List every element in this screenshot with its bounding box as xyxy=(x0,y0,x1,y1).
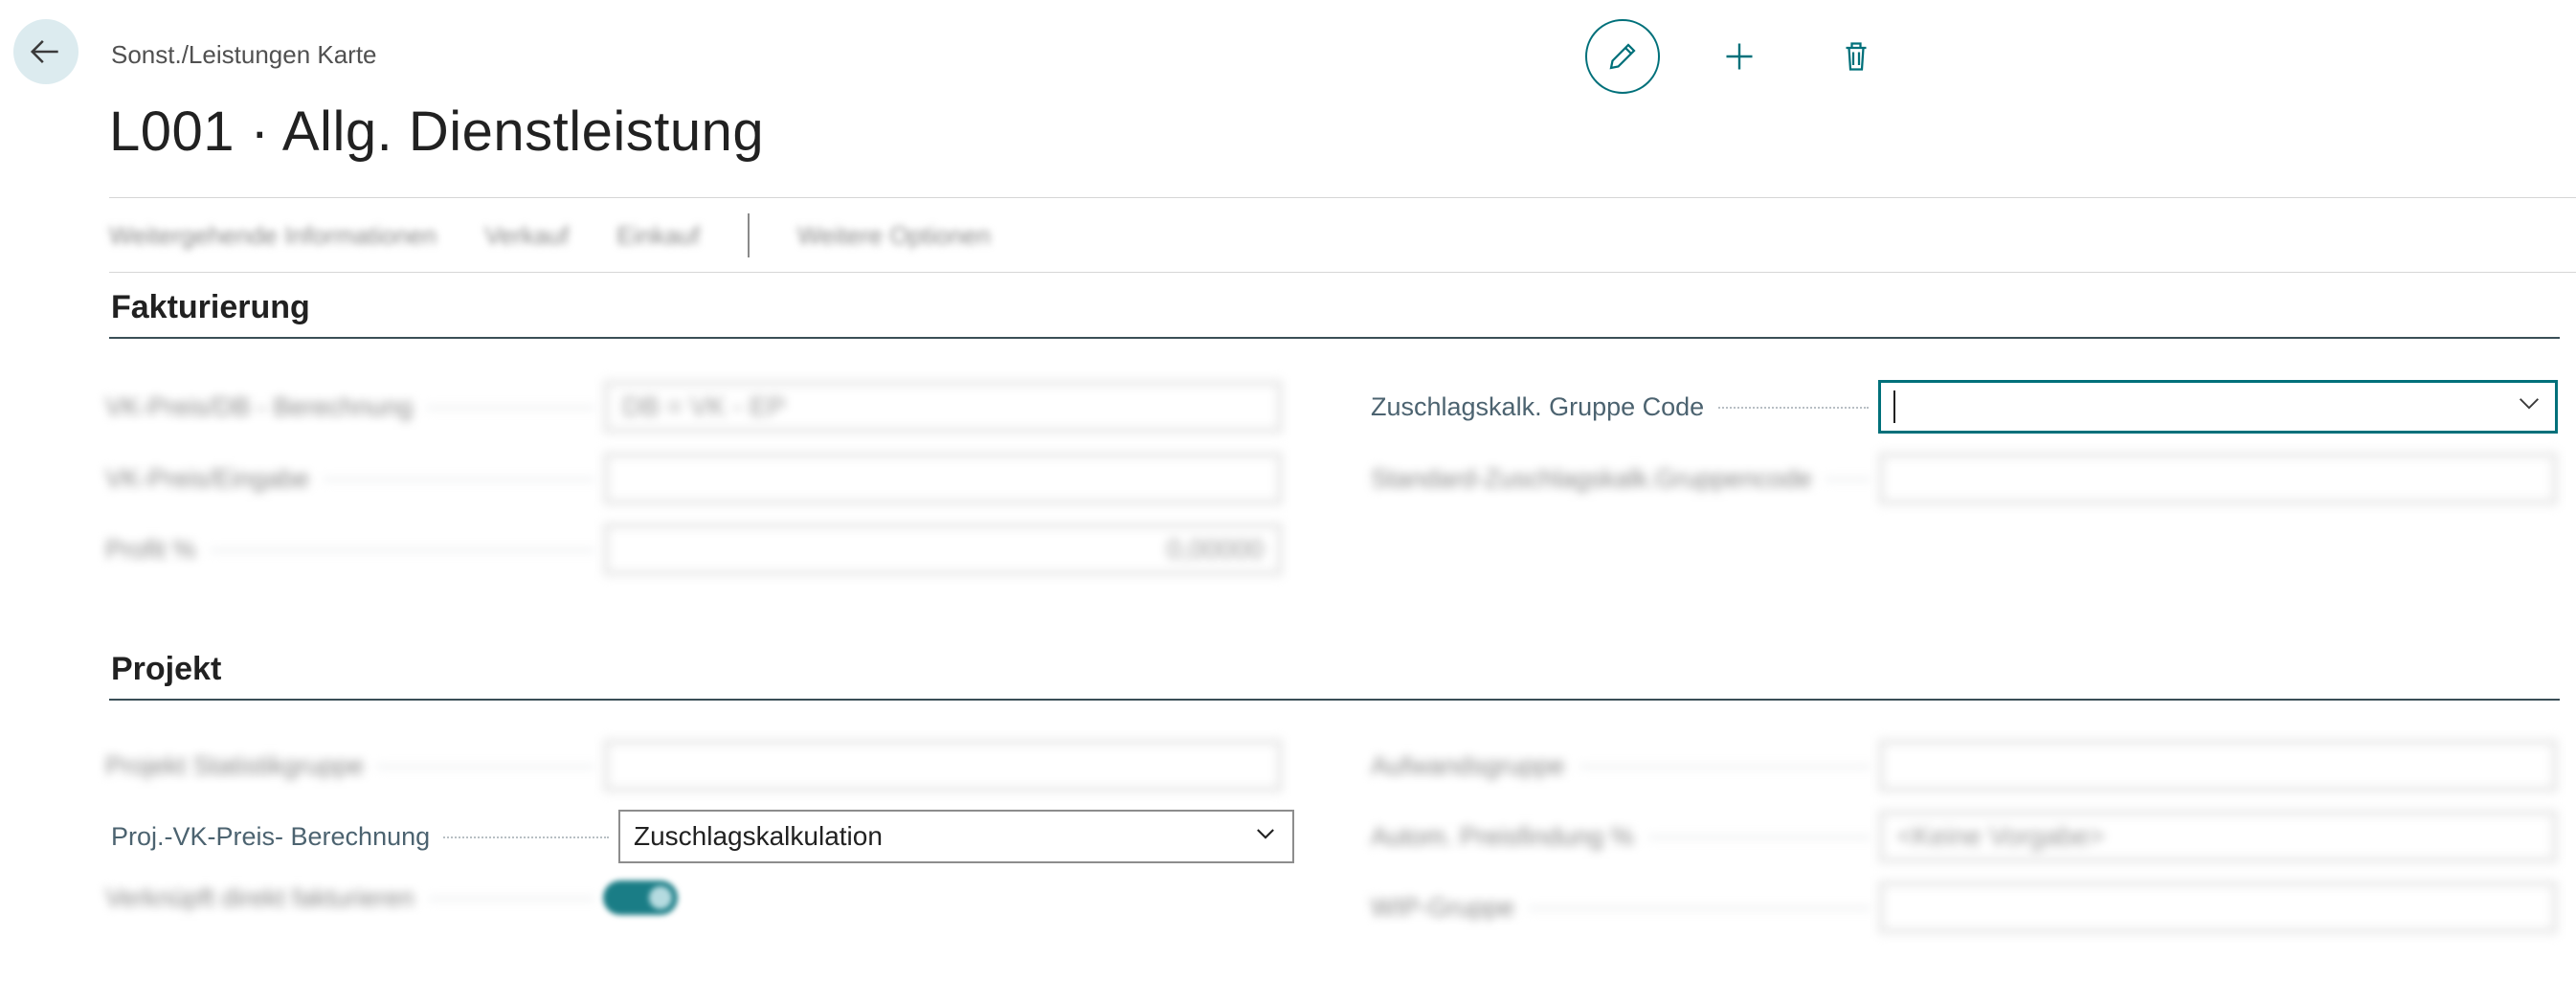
action-bar-divider xyxy=(109,272,2576,273)
field-label: Zuschlagskalk. Gruppe Code xyxy=(1371,391,1878,422)
breadcrumb: Sonst./Leistungen Karte xyxy=(111,40,377,69)
section-title-projekt: Projekt xyxy=(111,651,222,687)
field-wip-group: WIP-Gruppe xyxy=(1371,881,2558,934)
action-bar-separator xyxy=(747,213,750,257)
field-label: Proj.-VK-Preis- Berechnung xyxy=(111,821,618,852)
action-item-sales[interactable]: Verkauf xyxy=(484,221,569,251)
chevron-down-icon[interactable] xyxy=(2516,390,2542,424)
field-expense-group: Aufwandsgruppe xyxy=(1371,739,2558,792)
field-label: WIP-Gruppe xyxy=(1371,892,1878,923)
field-label: VK-Preis/DB - Berechnung xyxy=(105,391,603,422)
page-actions xyxy=(1585,19,1893,94)
field-label: VK-Preis/Eingabe xyxy=(105,463,603,494)
delete-button[interactable] xyxy=(1819,19,1893,94)
field-price-entry: VK-Preis/Eingabe xyxy=(105,452,1283,505)
action-item-more-options[interactable]: Weitere Optionen xyxy=(797,221,991,251)
field-proj-price-calc: Proj.-VK-Preis- Berechnung Zuschlagskalk… xyxy=(111,810,1294,863)
auto-pricing-select[interactable]: <Keine Vorgabe> xyxy=(1878,810,2558,863)
field-label: Aufwandsgruppe xyxy=(1371,750,1878,781)
field-label: Standard-Zuschlagskalk.Gruppencode xyxy=(1371,463,1878,494)
text-cursor xyxy=(1893,390,1895,423)
action-bar: Weitergehende Informationen Verkauf Eink… xyxy=(109,201,2576,270)
action-item-more-info[interactable]: Weitergehende Informationen xyxy=(109,221,437,251)
direct-invoice-toggle[interactable] xyxy=(603,881,678,915)
field-profit: Profit % 0,00000 xyxy=(105,523,1283,576)
plus-icon xyxy=(1726,43,1753,70)
edit-button[interactable] xyxy=(1585,19,1660,94)
field-label: Autom. Preisfindung % xyxy=(1371,821,1878,852)
price-calc-select[interactable]: DB = VK - EP xyxy=(603,380,1283,434)
price-entry-input[interactable] xyxy=(603,452,1283,505)
field-label: Projekt Statistikgruppe xyxy=(105,750,603,781)
section-rule-fakturierung xyxy=(109,337,2560,339)
back-button[interactable] xyxy=(13,19,78,84)
default-markup-group-select[interactable] xyxy=(1878,452,2558,505)
markup-group-select[interactable] xyxy=(1878,380,2558,434)
trash-icon xyxy=(1846,42,1867,71)
wip-group-select[interactable] xyxy=(1878,881,2558,934)
back-arrow-icon xyxy=(30,40,58,63)
field-default-markup-group: Standard-Zuschlagskalk.Gruppencode xyxy=(1371,452,2558,505)
pencil-icon xyxy=(1609,43,1636,70)
project-stat-group-select[interactable] xyxy=(603,739,1283,792)
header-divider xyxy=(109,197,2576,198)
section-title-fakturierung: Fakturierung xyxy=(111,289,310,325)
field-label: Profit % xyxy=(105,534,603,565)
action-item-purchase[interactable]: Einkauf xyxy=(616,221,700,251)
field-label: Verknüpft direkt fakturieren xyxy=(105,882,603,913)
section-rule-projekt xyxy=(109,699,2560,701)
page-title: L001 · Allg. Dienstleistung xyxy=(109,100,765,163)
chevron-down-icon[interactable] xyxy=(1252,820,1279,854)
field-price-calc: VK-Preis/DB - Berechnung DB = VK - EP xyxy=(105,380,1283,434)
new-button[interactable] xyxy=(1702,19,1777,94)
field-auto-pricing: Autom. Preisfindung % <Keine Vorgabe> xyxy=(1371,810,2558,863)
proj-price-calc-value: Zuschlagskalkulation xyxy=(634,821,883,851)
profit-input[interactable]: 0,00000 xyxy=(603,523,1283,576)
field-markup-group: Zuschlagskalk. Gruppe Code xyxy=(1371,380,2558,434)
field-project-stat-group: Projekt Statistikgruppe xyxy=(105,739,1283,792)
field-direct-invoice: Verknüpft direkt fakturieren xyxy=(105,881,678,915)
expense-group-select[interactable] xyxy=(1878,739,2558,792)
proj-price-calc-select[interactable]: Zuschlagskalkulation xyxy=(618,810,1294,863)
